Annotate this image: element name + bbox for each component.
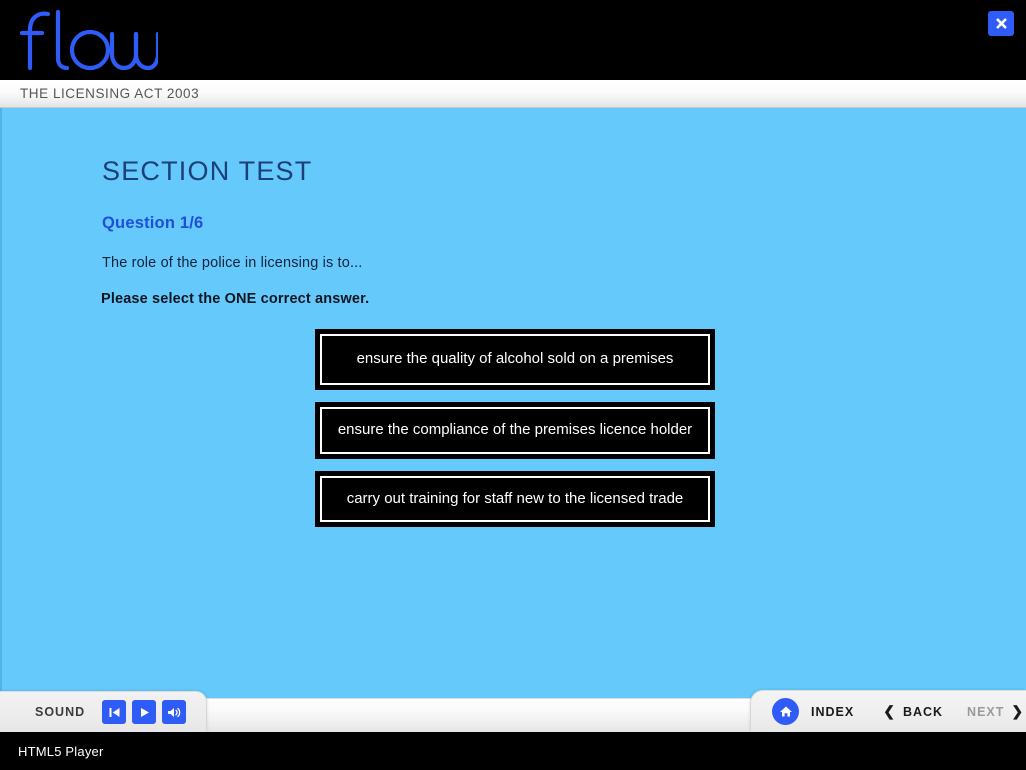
page-title: SECTION TEST xyxy=(102,156,313,186)
play-icon xyxy=(140,707,149,717)
course-title: THE LICENSING ACT 2003 xyxy=(20,86,200,101)
player-name: HTML5 Player xyxy=(18,743,104,759)
home-button[interactable] xyxy=(772,698,799,725)
answer-instruction: Please select the ONE correct answer. xyxy=(101,291,370,307)
back-button[interactable]: ❮ BACK xyxy=(883,703,943,720)
answer-option-1-label: ensure the quality of alcohol sold on a … xyxy=(320,334,710,385)
chevron-left-icon: ❮ xyxy=(883,703,896,719)
answer-option-3-label: carry out training for staff new to the … xyxy=(320,475,710,523)
back-label: BACK xyxy=(902,704,944,719)
question-counter: Question 1/6 xyxy=(102,214,204,232)
app-header xyxy=(0,0,1026,80)
next-button[interactable]: NEXT ❯ xyxy=(967,703,1024,720)
next-label: NEXT xyxy=(967,704,1005,719)
play-audio-button[interactable] xyxy=(132,700,157,724)
sound-label: SOUND xyxy=(35,705,86,719)
answer-options-list: ensure the quality of alcohol sold on a … xyxy=(315,329,715,539)
answer-option-2-label: ensure the compliance of the premises li… xyxy=(320,406,710,454)
answer-option-2[interactable]: ensure the compliance of the premises li… xyxy=(315,401,715,459)
answer-option-3[interactable]: carry out training for staff new to the … xyxy=(315,470,715,528)
volume-icon xyxy=(168,707,181,717)
close-button[interactable] xyxy=(988,11,1014,36)
restart-audio-button[interactable] xyxy=(102,700,127,724)
skip-back-icon xyxy=(109,707,120,717)
sound-controls-panel: SOUND xyxy=(0,691,207,732)
player-window: THE LICENSING ACT 2003 SECTION TEST Ques… xyxy=(0,0,1026,770)
answer-option-1[interactable]: ensure the quality of alcohol sold on a … xyxy=(315,329,715,390)
status-bar: HTML5 Player xyxy=(0,732,1026,770)
flow-logo xyxy=(18,6,161,74)
close-icon xyxy=(996,18,1006,29)
index-label: INDEX xyxy=(811,704,855,719)
navigation-panel: INDEX ❮ BACK NEXT ❯ xyxy=(750,690,1026,732)
lesson-stage: SECTION TEST Question 1/6 The role of th… xyxy=(0,108,1026,736)
question-prompt: The role of the police in licensing is t… xyxy=(102,255,363,271)
home-icon xyxy=(779,706,792,717)
chevron-right-icon: ❯ xyxy=(1011,703,1025,719)
volume-button[interactable] xyxy=(162,700,187,724)
index-button[interactable]: INDEX xyxy=(811,705,854,719)
course-title-bar: THE LICENSING ACT 2003 xyxy=(0,80,1026,108)
